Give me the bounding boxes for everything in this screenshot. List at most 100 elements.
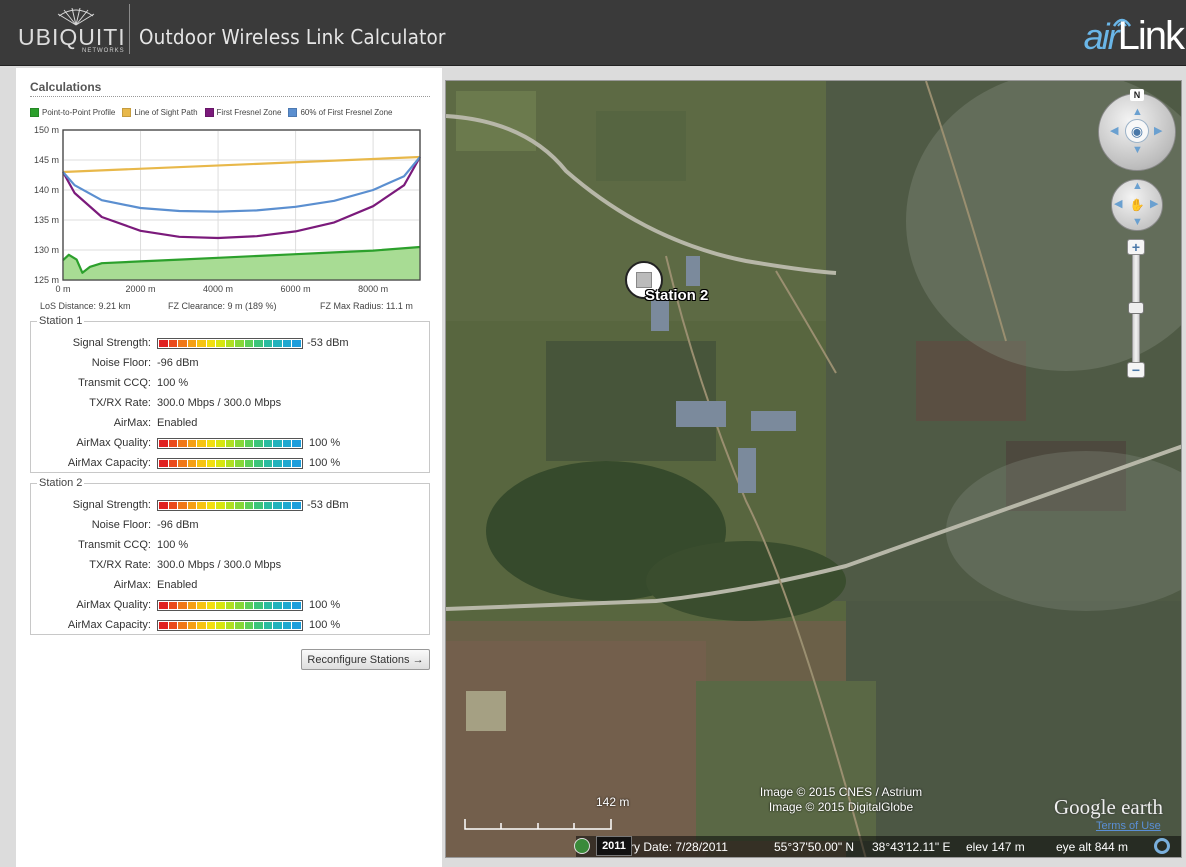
imagery-year-badge[interactable]: 2011 [596,836,632,856]
los-distance: LoS Distance: 9.21 km [40,301,131,311]
x-tick-label: 4000 m [203,284,233,294]
calculations-title: Calculations [30,80,102,94]
pan-down-icon[interactable]: ▼ [1132,217,1143,228]
meter-segment [206,502,216,509]
look-left-icon[interactable]: ◀ [1110,126,1118,137]
meter-segment [178,502,187,509]
meter-segment [273,622,282,629]
look-right-icon[interactable]: ▶ [1154,126,1162,137]
meter-segment [168,340,178,347]
eye-altitude: eye alt 844 m [1056,840,1129,854]
meter-segment [187,440,197,447]
zoom-in-button[interactable]: + [1127,239,1145,255]
meter-segment [282,602,292,609]
title-divider [30,96,430,97]
legend-label: Point-to-Point Profile [42,108,116,117]
meter-segment [244,502,254,509]
airmax-capacity-label: AirMax Capacity: [67,457,151,469]
tx-rx-rate-value: 300.0 Mbps / 300.0 Mbps [157,397,282,409]
meter-segment [197,340,206,347]
meter-segment [244,460,254,467]
meter-segment [273,502,282,509]
look-up-icon[interactable]: ▲ [1132,107,1143,118]
google-earth-logo: Google earth [1054,795,1164,819]
meter-segment [254,440,263,447]
tx-rx-rate-row: TX/RX Rate: 300.0 Mbps / 300.0 Mbps [31,559,429,573]
historical-imagery-clock-icon[interactable] [574,838,590,854]
satellite-map[interactable]: Station 2 N ◉ ▲ ▼ ◀ ▶ ✋ ▲ ▼ ◀ ▶ + − Imag… [445,80,1182,858]
meter-segment [187,340,197,347]
link-profile-chart: 125 m 130 m 135 m 140 m 145 m 150 m0 m 2000 m4… [16,125,442,316]
meter-segment [187,622,197,629]
satellite-imagery [446,81,1181,857]
transmit-ccq-value: 100 % [157,377,189,389]
airmax-capacity-value: 100 % [309,457,341,469]
station-2-panel: Station 2 Signal Strength: -53 dBm Noise… [30,477,430,635]
signal-strength-row: Signal Strength: -53 dBm [31,337,429,351]
meter-segment [206,340,216,347]
reconfigure-stations-button[interactable]: Reconfigure Stations → [301,649,430,670]
pan-right-icon[interactable]: ▶ [1150,199,1158,210]
terms-of-use-link[interactable]: Terms of Use [1096,820,1161,832]
meter-segment [282,622,292,629]
meter-segment [292,602,301,609]
airlink-link: Link [1117,14,1185,58]
fz-clearance: FZ Clearance: 9 m (189 %) [168,301,277,311]
meter-segment [197,602,206,609]
zoom-slider-thumb[interactable] [1128,302,1144,314]
signal-strength-label: Signal Strength: [72,499,151,511]
airmax-quality-meter [157,600,303,611]
station-marker-inner [636,272,652,288]
legend-swatch [30,108,39,117]
meter-segment [244,340,254,347]
meter-segment [216,502,225,509]
airmax-quality-label: AirMax Quality: [76,599,151,611]
meter-segment [235,622,244,629]
meter-segment [197,502,206,509]
meter-segment [206,602,216,609]
station-2-map-label: Station 2 [645,287,709,304]
hand-icon[interactable]: ✋ [1129,197,1145,213]
zoom-out-button[interactable]: − [1127,362,1145,378]
y-tick-label: 130 m [34,245,59,255]
transmit-ccq-row: Transmit CCQ: 100 % [31,539,429,553]
meter-segment [244,622,254,629]
meter-segment [168,622,178,629]
meter-segment [178,440,187,447]
tx-rx-rate-value: 300.0 Mbps / 300.0 Mbps [157,559,282,571]
imagery-credit-1: Image © 2015 CNES / Astrium [759,785,923,799]
x-tick-label: 8000 m [358,284,388,294]
north-indicator[interactable]: N [1130,89,1144,101]
meter-segment [178,622,187,629]
calculations-panel: Calculations Point-to-Point Profile Line… [16,68,442,867]
eye-icon[interactable]: ◉ [1125,119,1149,143]
airmax-capacity-row: AirMax Capacity: 100 % [31,619,429,633]
airlink-logo[interactable]: airLink [1084,14,1185,59]
meter-segment [273,440,282,447]
signal-strength-meter [157,500,303,511]
meter-segment [225,460,235,467]
signal-strength-value: -53 dBm [307,499,349,511]
airmax-quality-label: AirMax Quality: [76,437,151,449]
meter-segment [244,440,254,447]
tx-rx-rate-label: TX/RX Rate: [89,397,151,409]
station-1-panel: Station 1 Signal Strength: -53 dBm Noise… [30,315,430,473]
meter-segment [159,460,168,467]
legend-swatch [122,108,132,117]
meter-segment [282,440,292,447]
meter-segment [159,502,168,509]
y-tick-label: 150 m [34,126,59,135]
look-down-icon[interactable]: ▼ [1132,145,1143,156]
airmax-capacity-meter [157,620,303,631]
meter-segment [168,440,178,447]
scale-label: 142 m [596,795,630,809]
meter-segment [273,602,282,609]
pan-up-icon[interactable]: ▲ [1132,181,1143,192]
ubiquiti-logo[interactable]: UBIQUITI NETWORKS [18,8,125,56]
meter-segment [254,460,263,467]
meter-segment [263,502,273,509]
airmax-quality-row: AirMax Quality: 100 % [31,437,429,451]
meter-segment [225,340,235,347]
noise-floor-value: -96 dBm [157,519,199,531]
pan-left-icon[interactable]: ◀ [1114,199,1122,210]
